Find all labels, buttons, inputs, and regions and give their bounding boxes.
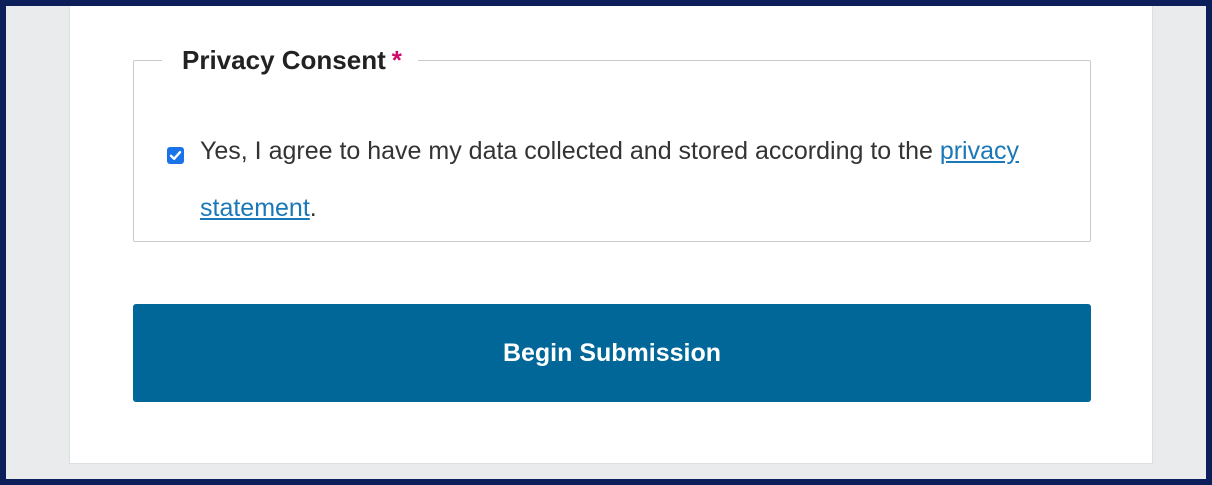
- consent-statement: Yes, I agree to have my data collected a…: [200, 137, 940, 165]
- required-marker: *: [391, 45, 402, 75]
- privacy-consent-fieldset: Privacy Consent * Yes, I agree to have my…: [133, 47, 1091, 242]
- privacy-consent-option: Yes, I agree to have my data collected a…: [167, 137, 1067, 237]
- privacy-consent-text: Yes, I agree to have my data collected a…: [200, 123, 1067, 237]
- consent-period: .: [309, 194, 317, 222]
- page-frame: Privacy Consent * Yes, I agree to have my…: [0, 0, 1212, 485]
- checkmark-icon: [169, 151, 182, 160]
- privacy-consent-label: Privacy Consent: [182, 45, 386, 75]
- privacy-consent-checkbox[interactable]: [167, 147, 184, 164]
- privacy-consent-legend: Privacy Consent *: [162, 47, 418, 73]
- form-card: Privacy Consent * Yes, I agree to have my…: [69, 6, 1153, 464]
- begin-submission-button[interactable]: Begin Submission: [133, 304, 1091, 402]
